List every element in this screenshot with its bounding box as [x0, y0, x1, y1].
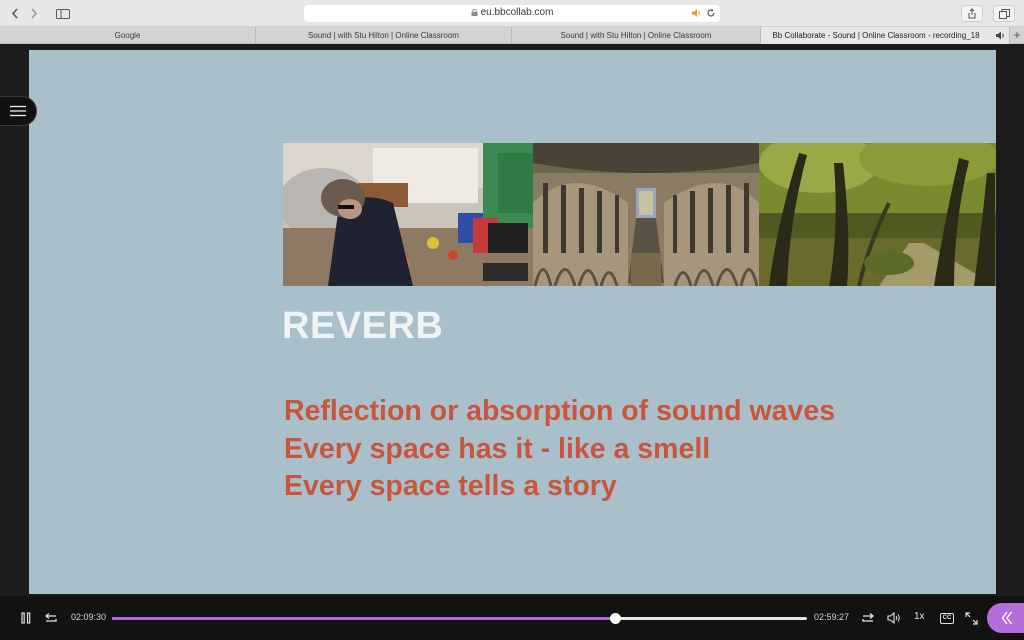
tab-label: Sound | with Stu Hilton | Online Classro…: [308, 31, 459, 40]
playback-speed[interactable]: 1x: [914, 611, 925, 622]
captions-button[interactable]: CC: [940, 613, 954, 624]
messy-room-photo: [283, 143, 533, 286]
reload-icon[interactable]: [706, 8, 716, 18]
browser-toolbar: eu.bbcollab.com: [0, 0, 1024, 27]
tabs-icon: [998, 8, 1010, 19]
tab-label: Google: [114, 31, 141, 40]
address-text: eu.bbcollab.com: [304, 7, 720, 18]
fullscreen-button[interactable]: [963, 610, 979, 626]
double-chevron-left-icon: [1001, 611, 1013, 625]
photo-strip: [283, 143, 996, 286]
tab-sound-2[interactable]: Sound | with Stu Hilton | Online Classro…: [512, 27, 761, 44]
share-icon: [968, 8, 976, 19]
tab-bar: Google Sound | with Stu Hilton | Online …: [0, 27, 1024, 44]
forward-icon: [862, 613, 875, 622]
recording-stage: REVERB Reflection or absorption of sound…: [0, 44, 1024, 596]
menu-button[interactable]: [0, 96, 37, 126]
tab-label: Sound | with Stu Hilton | Online Classro…: [560, 31, 712, 40]
url-label: eu.bbcollab.com: [480, 7, 554, 18]
pause-icon: [21, 612, 31, 624]
volume-button[interactable]: [886, 610, 902, 626]
tab-bb-collaborate[interactable]: Bb Collaborate - Sound | Online Classroo…: [761, 27, 1010, 44]
speaker-icon[interactable]: [691, 8, 702, 18]
rewind-icon: [44, 613, 57, 622]
presentation-slide: REVERB Reflection or absorption of sound…: [29, 50, 996, 594]
progress-knob[interactable]: [610, 613, 622, 624]
forest-path-photo: [759, 143, 996, 286]
forward-button[interactable]: [25, 5, 42, 22]
sidebar-toggle-button[interactable]: [51, 5, 75, 22]
back-button[interactable]: [6, 5, 23, 22]
address-bar[interactable]: eu.bbcollab.com: [304, 5, 720, 22]
tab-label: Bb Collaborate - Sound | Online Classroo…: [772, 31, 980, 40]
new-tab-button[interactable]: +: [1010, 27, 1024, 44]
collaborate-panel-button[interactable]: [987, 603, 1024, 633]
progress-fill: [112, 617, 616, 620]
chevron-left-icon: [11, 8, 18, 19]
volume-icon: [887, 612, 900, 624]
bullet-line: Reflection or absorption of sound waves: [284, 395, 836, 427]
forward-skip-button[interactable]: [860, 610, 876, 626]
bullet-line: Every space tells a story: [284, 470, 617, 502]
tab-google[interactable]: Google: [0, 27, 256, 44]
tab-sound-1[interactable]: Sound | with Stu Hilton | Online Classro…: [256, 27, 512, 44]
lock-icon: [471, 9, 478, 16]
slide-title: REVERB: [282, 305, 444, 347]
pause-button[interactable]: [19, 610, 33, 626]
expand-icon: [964, 611, 978, 625]
share-button[interactable]: [961, 5, 983, 22]
rewind-button[interactable]: [43, 610, 59, 626]
progress-track[interactable]: [112, 613, 807, 624]
chevron-right-icon: [30, 8, 37, 19]
elapsed-time: 02:09:30: [71, 612, 107, 622]
bullet-line: Every space has it - like a smell: [284, 432, 711, 465]
tab-audio-icon[interactable]: [995, 31, 1006, 40]
player-controls: 02:09:30 02:59:27 1x CC: [0, 596, 1024, 640]
sidebar-icon: [56, 8, 70, 19]
hamburger-icon: [10, 105, 26, 117]
cathedral-nave-photo: [533, 143, 759, 286]
tab-overview-button[interactable]: [993, 5, 1015, 22]
slide-bullets: Reflection or absorption of sound waves …: [284, 393, 835, 506]
total-duration: 02:59:27: [814, 612, 850, 622]
